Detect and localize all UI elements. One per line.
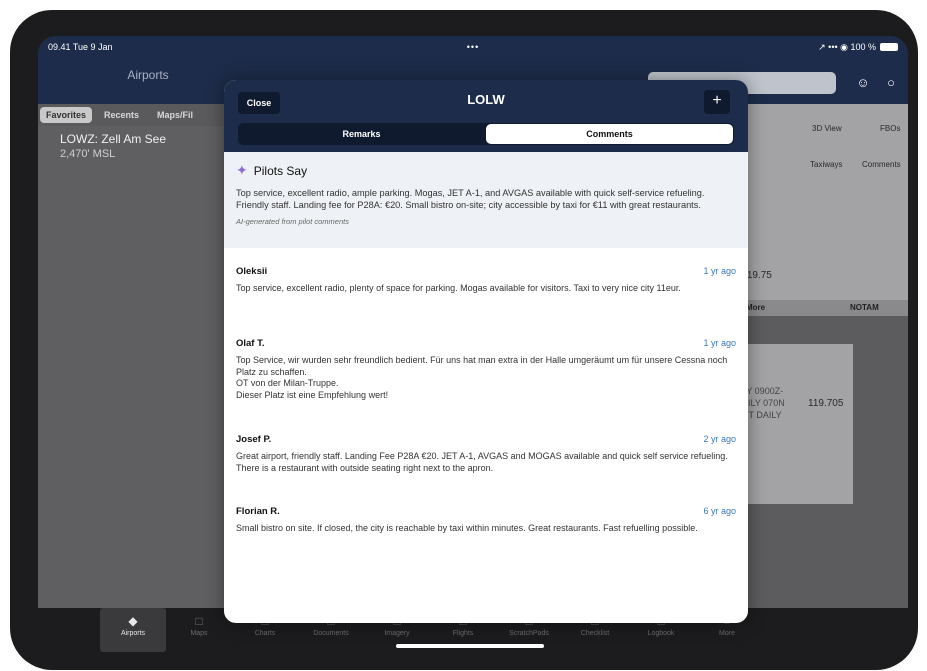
schedule-panel: LY 0900Z- AILY 070N CT DAILY 119.705 [738,344,853,504]
multitask-dots[interactable]: ••• [248,42,698,52]
ipad-frame: 09.41 Tue 9 Jan ••• ↗ ••• ◉ 100 % Airpor… [10,10,918,670]
tab-label: More [719,630,735,637]
comment-date: 1 yr ago [703,266,736,276]
tab-label: Logbook [647,630,675,637]
3d-view-button[interactable]: 3D View [812,124,842,133]
ai-generated-note: AI-generated from pilot comments [236,217,349,226]
schedule-line-2: AILY 070N [742,398,785,408]
notam-bar: More NOTAM [738,300,908,316]
comment-date: 6 yr ago [703,506,736,516]
status-time: 09.41 Tue 9 Jan [48,42,113,52]
comment-author: Josef P. [236,434,272,445]
tab-label: ScratchPads [509,630,549,637]
battery-icon [880,43,898,51]
comment-text: Great airport, friendly staff. Landing F… [236,451,728,473]
segment-maps-filter[interactable]: Maps/Fil [151,107,199,123]
fbos-button[interactable]: FBOs [880,124,900,133]
sparkle-icon: ✦ [236,162,248,178]
tab-label: Flights [452,630,474,637]
modal-header: Close LOLW + Remarks Comments [224,80,748,152]
tab-label: Airports [120,630,146,637]
comment-item: Josef P. 2 yr ago Great airport, friendly… [236,434,736,474]
notam-tab[interactable]: NOTAM [850,303,879,312]
home-indicator[interactable] [396,644,544,648]
comment-item: Florian R. 6 yr ago Small bistro on site.… [236,506,736,535]
tab-airports[interactable]: ◆ Airports [100,608,166,652]
screen: 09.41 Tue 9 Jan ••• ↗ ••• ◉ 100 % Airpor… [38,36,908,652]
remarks-comments-segmented-control: Remarks Comments [238,123,734,145]
favorite-airport-item[interactable]: LOWZ: Zell Am See 2,470' MSL [60,132,166,160]
maps-icon: □ [195,614,203,628]
modal-title: LOLW [467,92,505,107]
schedule-line-1: LY 0900Z- [742,386,784,396]
pilots-say-title: Pilots Say [253,163,308,178]
settings-icon[interactable]: ○ [882,74,900,92]
detail-panel: 3D View FBOs Taxiways Comments 119.75 [738,104,908,314]
status-right: ↗ ••• ◉ 100 % [698,42,898,53]
comment-date: 1 yr ago [703,338,736,348]
tab-maps[interactable]: □ Maps [166,608,232,652]
frequency-value-2: 119.705 [808,398,844,409]
tab-label: Imagery [384,630,410,637]
tab-comments[interactable]: Comments [486,124,733,144]
pilots-say-text: Top service, excellent radio, ample park… [236,188,705,210]
segment-favorites[interactable]: Favorites [40,107,93,123]
taxiways-button[interactable]: Taxiways [810,160,842,169]
status-bar: 09.41 Tue 9 Jan ••• ↗ ••• ◉ 100 % [38,36,908,58]
comments-button[interactable]: Comments [862,160,901,169]
favorite-elevation: 2,470' MSL [60,148,116,160]
segment-recents[interactable]: Recents [98,107,145,123]
comment-author: Oleksii [236,266,268,277]
tab-label: Documents [313,630,349,637]
comment-author: Florian R. [236,506,280,517]
signal-wifi-icon: ↗ ••• ◉ 100 % [818,41,876,52]
comment-author: Olaf T. [236,338,265,349]
pilots-say-summary: ✦ Pilots Say Top service, excellent radi… [224,152,748,248]
more-tab[interactable]: More [746,303,765,312]
comment-date: 2 yr ago [703,434,736,444]
tab-remarks[interactable]: Remarks [238,123,485,145]
favorite-title: LOWZ: Zell Am See [60,132,167,146]
comment-text: Top Service, wir wurden sehr freundlich … [236,355,728,400]
comment-text: Small bistro on site. If closed, the cit… [236,523,698,533]
comment-item: Olaf T. 1 yr ago Top Service, wir wurden … [236,338,736,401]
tab-label: Charts [254,630,276,637]
add-comment-button[interactable]: + [704,90,730,114]
tab-label: Maps [190,630,208,637]
pilots-say-header: ✦ Pilots Say [236,162,736,179]
airport-comments-modal: Close LOLW + Remarks Comments ✦ Pilots S… [224,80,748,623]
user-icon[interactable]: ☺ [854,74,872,92]
airports-icon: ◆ [128,614,138,628]
tab-label: Checklist [580,630,610,637]
comment-item: Oleksii 1 yr ago Top service, excellent r… [236,266,736,295]
comment-text: Top service, excellent radio, plenty of … [236,283,681,293]
